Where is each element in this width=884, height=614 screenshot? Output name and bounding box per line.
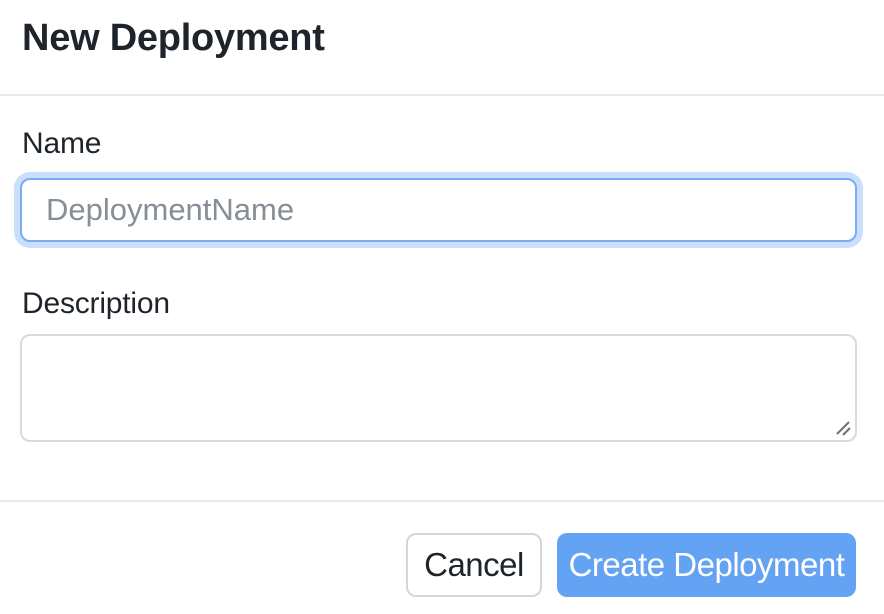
create-deployment-button[interactable]: Create Deployment: [557, 533, 856, 597]
name-input[interactable]: [20, 178, 857, 242]
name-label: Name: [22, 126, 857, 162]
dialog-footer: Cancel Create Deployment: [0, 502, 884, 597]
cancel-button[interactable]: Cancel: [406, 533, 542, 597]
dialog-body: Name Description: [0, 96, 884, 442]
dialog-header: New Deployment: [0, 0, 884, 96]
description-label: Description: [22, 286, 857, 322]
description-textarea[interactable]: [20, 334, 857, 442]
description-field-wrap: [20, 334, 857, 442]
dialog-title: New Deployment: [22, 14, 862, 62]
resize-grip-icon[interactable]: [834, 419, 852, 437]
new-deployment-dialog: New Deployment Name Description Cancel C…: [0, 0, 884, 614]
